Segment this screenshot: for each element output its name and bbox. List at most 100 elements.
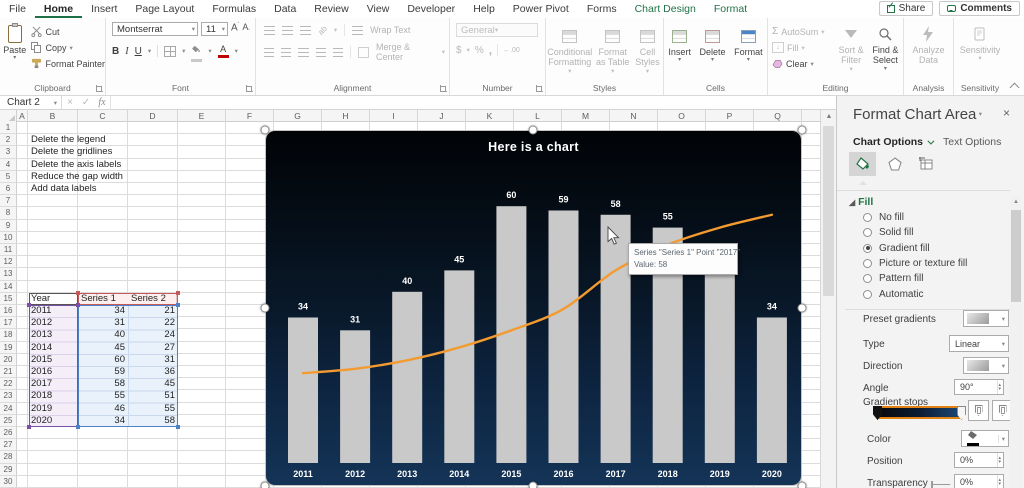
row-header-3[interactable]: 3 bbox=[0, 146, 17, 158]
row-header-1[interactable]: 1 bbox=[0, 122, 17, 134]
instruction-cell[interactable]: Add data labels bbox=[31, 183, 97, 195]
ribbon-tab-chart-design[interactable]: Chart Design bbox=[626, 0, 705, 18]
align-bottom-icon[interactable] bbox=[300, 26, 311, 35]
axis-label-2020[interactable]: 2020 bbox=[762, 469, 782, 479]
column-header-F[interactable]: F bbox=[226, 110, 274, 122]
autosum-button[interactable]: ΣAutoSum▾ bbox=[772, 25, 835, 38]
sheet-vertical-scrollbar[interactable]: ▲ bbox=[820, 110, 836, 488]
scroll-up-arrow-icon[interactable]: ▲ bbox=[821, 110, 837, 124]
format-as-table-button[interactable]: Format as Table▾ bbox=[594, 23, 632, 75]
axis-label-2011[interactable]: 2011 bbox=[293, 469, 313, 479]
row-header-6[interactable]: 6 bbox=[0, 183, 17, 195]
row-header-12[interactable]: 12 bbox=[0, 256, 17, 268]
table-cell-year[interactable]: 2015 bbox=[31, 354, 52, 366]
row-header-15[interactable]: 15 bbox=[0, 293, 17, 305]
bar-2014[interactable] bbox=[444, 270, 474, 463]
insert-cells-button[interactable]: Insert▾ bbox=[668, 23, 691, 64]
table-cell-series1[interactable]: 45 bbox=[80, 342, 125, 354]
sort-filter-button[interactable]: Sort & Filter▾ bbox=[835, 21, 868, 73]
ribbon-tab-power-pivot[interactable]: Power Pivot bbox=[504, 0, 578, 18]
underline-button[interactable]: U bbox=[135, 46, 142, 57]
table-cell-series2[interactable]: 45 bbox=[130, 378, 175, 390]
ribbon-tab-formulas[interactable]: Formulas bbox=[203, 0, 265, 18]
row-header-27[interactable]: 27 bbox=[0, 439, 17, 451]
row-header-10[interactable]: 10 bbox=[0, 232, 17, 244]
ribbon-tab-home[interactable]: Home bbox=[35, 0, 82, 18]
italic-button[interactable]: I bbox=[125, 46, 128, 57]
pane-scroll-up-icon[interactable]: ▲ bbox=[1010, 196, 1022, 208]
collapse-ribbon-chevron[interactable] bbox=[1010, 83, 1020, 93]
fill-line-tab-button[interactable] bbox=[849, 152, 876, 176]
row-header-22[interactable]: 22 bbox=[0, 378, 17, 390]
column-header-A[interactable]: A bbox=[17, 110, 28, 122]
column-header-P[interactable]: P bbox=[706, 110, 754, 122]
pane-scrollbar-thumb[interactable] bbox=[1011, 210, 1021, 302]
table-cell-year[interactable]: 2013 bbox=[31, 329, 52, 341]
ribbon-tab-format[interactable]: Format bbox=[705, 0, 756, 18]
align-middle-icon[interactable] bbox=[282, 26, 293, 35]
data-label-2018[interactable]: 55 bbox=[663, 212, 673, 222]
font-name-select[interactable]: Montserrat▾ bbox=[112, 22, 198, 36]
row-header-20[interactable]: 20 bbox=[0, 354, 17, 366]
data-label-2014[interactable]: 45 bbox=[454, 254, 464, 264]
angle-spinner[interactable]: 90°▴▾ bbox=[954, 379, 1004, 395]
gradient-stops-slider[interactable] bbox=[877, 406, 963, 419]
font-dialog-launcher[interactable] bbox=[246, 85, 253, 92]
table-cell-series1[interactable]: 34 bbox=[80, 305, 125, 317]
decrease-indent-icon[interactable] bbox=[316, 48, 326, 57]
axis-label-2016[interactable]: 2016 bbox=[553, 469, 573, 479]
align-right-icon[interactable] bbox=[298, 48, 308, 57]
ribbon-tab-file[interactable]: File bbox=[0, 0, 35, 18]
format-painter-button[interactable]: Format Painter bbox=[31, 57, 105, 70]
align-top-icon[interactable] bbox=[264, 26, 275, 35]
analyze-data-button[interactable]: Analyze Data bbox=[907, 21, 951, 66]
column-header-N[interactable]: N bbox=[610, 110, 658, 122]
insert-function-button[interactable]: fx bbox=[94, 97, 110, 108]
chart-selection-handle[interactable] bbox=[261, 482, 270, 488]
fill-section-header[interactable]: ◢ Fill bbox=[849, 196, 873, 208]
clipboard-dialog-launcher[interactable] bbox=[96, 85, 103, 92]
row-header-18[interactable]: 18 bbox=[0, 329, 17, 341]
row-header-4[interactable]: 4 bbox=[0, 159, 17, 171]
table-cell-series2[interactable]: 22 bbox=[130, 317, 175, 329]
table-cell-series2[interactable]: 55 bbox=[130, 403, 175, 415]
bar-2019[interactable] bbox=[705, 266, 735, 463]
column-header-B[interactable]: B bbox=[28, 110, 78, 122]
table-header-cell[interactable]: Series 1 bbox=[81, 293, 116, 305]
axis-label-2013[interactable]: 2013 bbox=[397, 469, 417, 479]
size-properties-tab-button[interactable] bbox=[913, 152, 940, 176]
pane-menu-arrow-icon[interactable]: ▾ bbox=[979, 110, 982, 118]
data-label-2020[interactable]: 34 bbox=[767, 301, 777, 311]
chart-selection-handle[interactable] bbox=[529, 126, 538, 135]
table-cell-series2[interactable]: 27 bbox=[130, 342, 175, 354]
instruction-cell[interactable]: Delete the legend bbox=[31, 134, 105, 146]
row-header-9[interactable]: 9 bbox=[0, 220, 17, 232]
ribbon-tab-insert[interactable]: Insert bbox=[82, 0, 126, 18]
increase-decimal-button[interactable]: ←.00 bbox=[503, 47, 520, 54]
table-cell-series1[interactable]: 55 bbox=[80, 390, 125, 402]
comma-style-button[interactable]: , bbox=[489, 43, 492, 57]
chart-selection-handle[interactable] bbox=[261, 126, 270, 135]
row-header-23[interactable]: 23 bbox=[0, 390, 17, 402]
row-header-30[interactable]: 30 bbox=[0, 476, 17, 488]
row-header-19[interactable]: 19 bbox=[0, 342, 17, 354]
cancel-button[interactable]: × bbox=[62, 97, 78, 108]
chart-plot-area[interactable]: 3431404560595855463420112012201320142015… bbox=[266, 131, 802, 486]
table-cell-series2[interactable]: 21 bbox=[130, 305, 175, 317]
column-header-J[interactable]: J bbox=[418, 110, 466, 122]
scrollbar-thumb[interactable] bbox=[823, 126, 834, 296]
row-header-24[interactable]: 24 bbox=[0, 403, 17, 415]
select-all-corner[interactable] bbox=[0, 110, 17, 122]
axis-label-2019[interactable]: 2019 bbox=[710, 469, 730, 479]
instruction-cell[interactable]: Delete the gridlines bbox=[31, 146, 112, 158]
axis-label-2017[interactable]: 2017 bbox=[606, 469, 626, 479]
column-header-G[interactable]: G bbox=[274, 110, 322, 122]
row-header-29[interactable]: 29 bbox=[0, 464, 17, 476]
table-cell-series2[interactable]: 58 bbox=[130, 415, 175, 427]
fill-option-radio-gradient-fill[interactable] bbox=[863, 244, 872, 253]
column-header-K[interactable]: K bbox=[466, 110, 514, 122]
row-header-28[interactable]: 28 bbox=[0, 451, 17, 463]
borders-icon[interactable] bbox=[164, 46, 176, 57]
column-header-I[interactable]: I bbox=[370, 110, 418, 122]
table-cell-series1[interactable]: 59 bbox=[80, 366, 125, 378]
